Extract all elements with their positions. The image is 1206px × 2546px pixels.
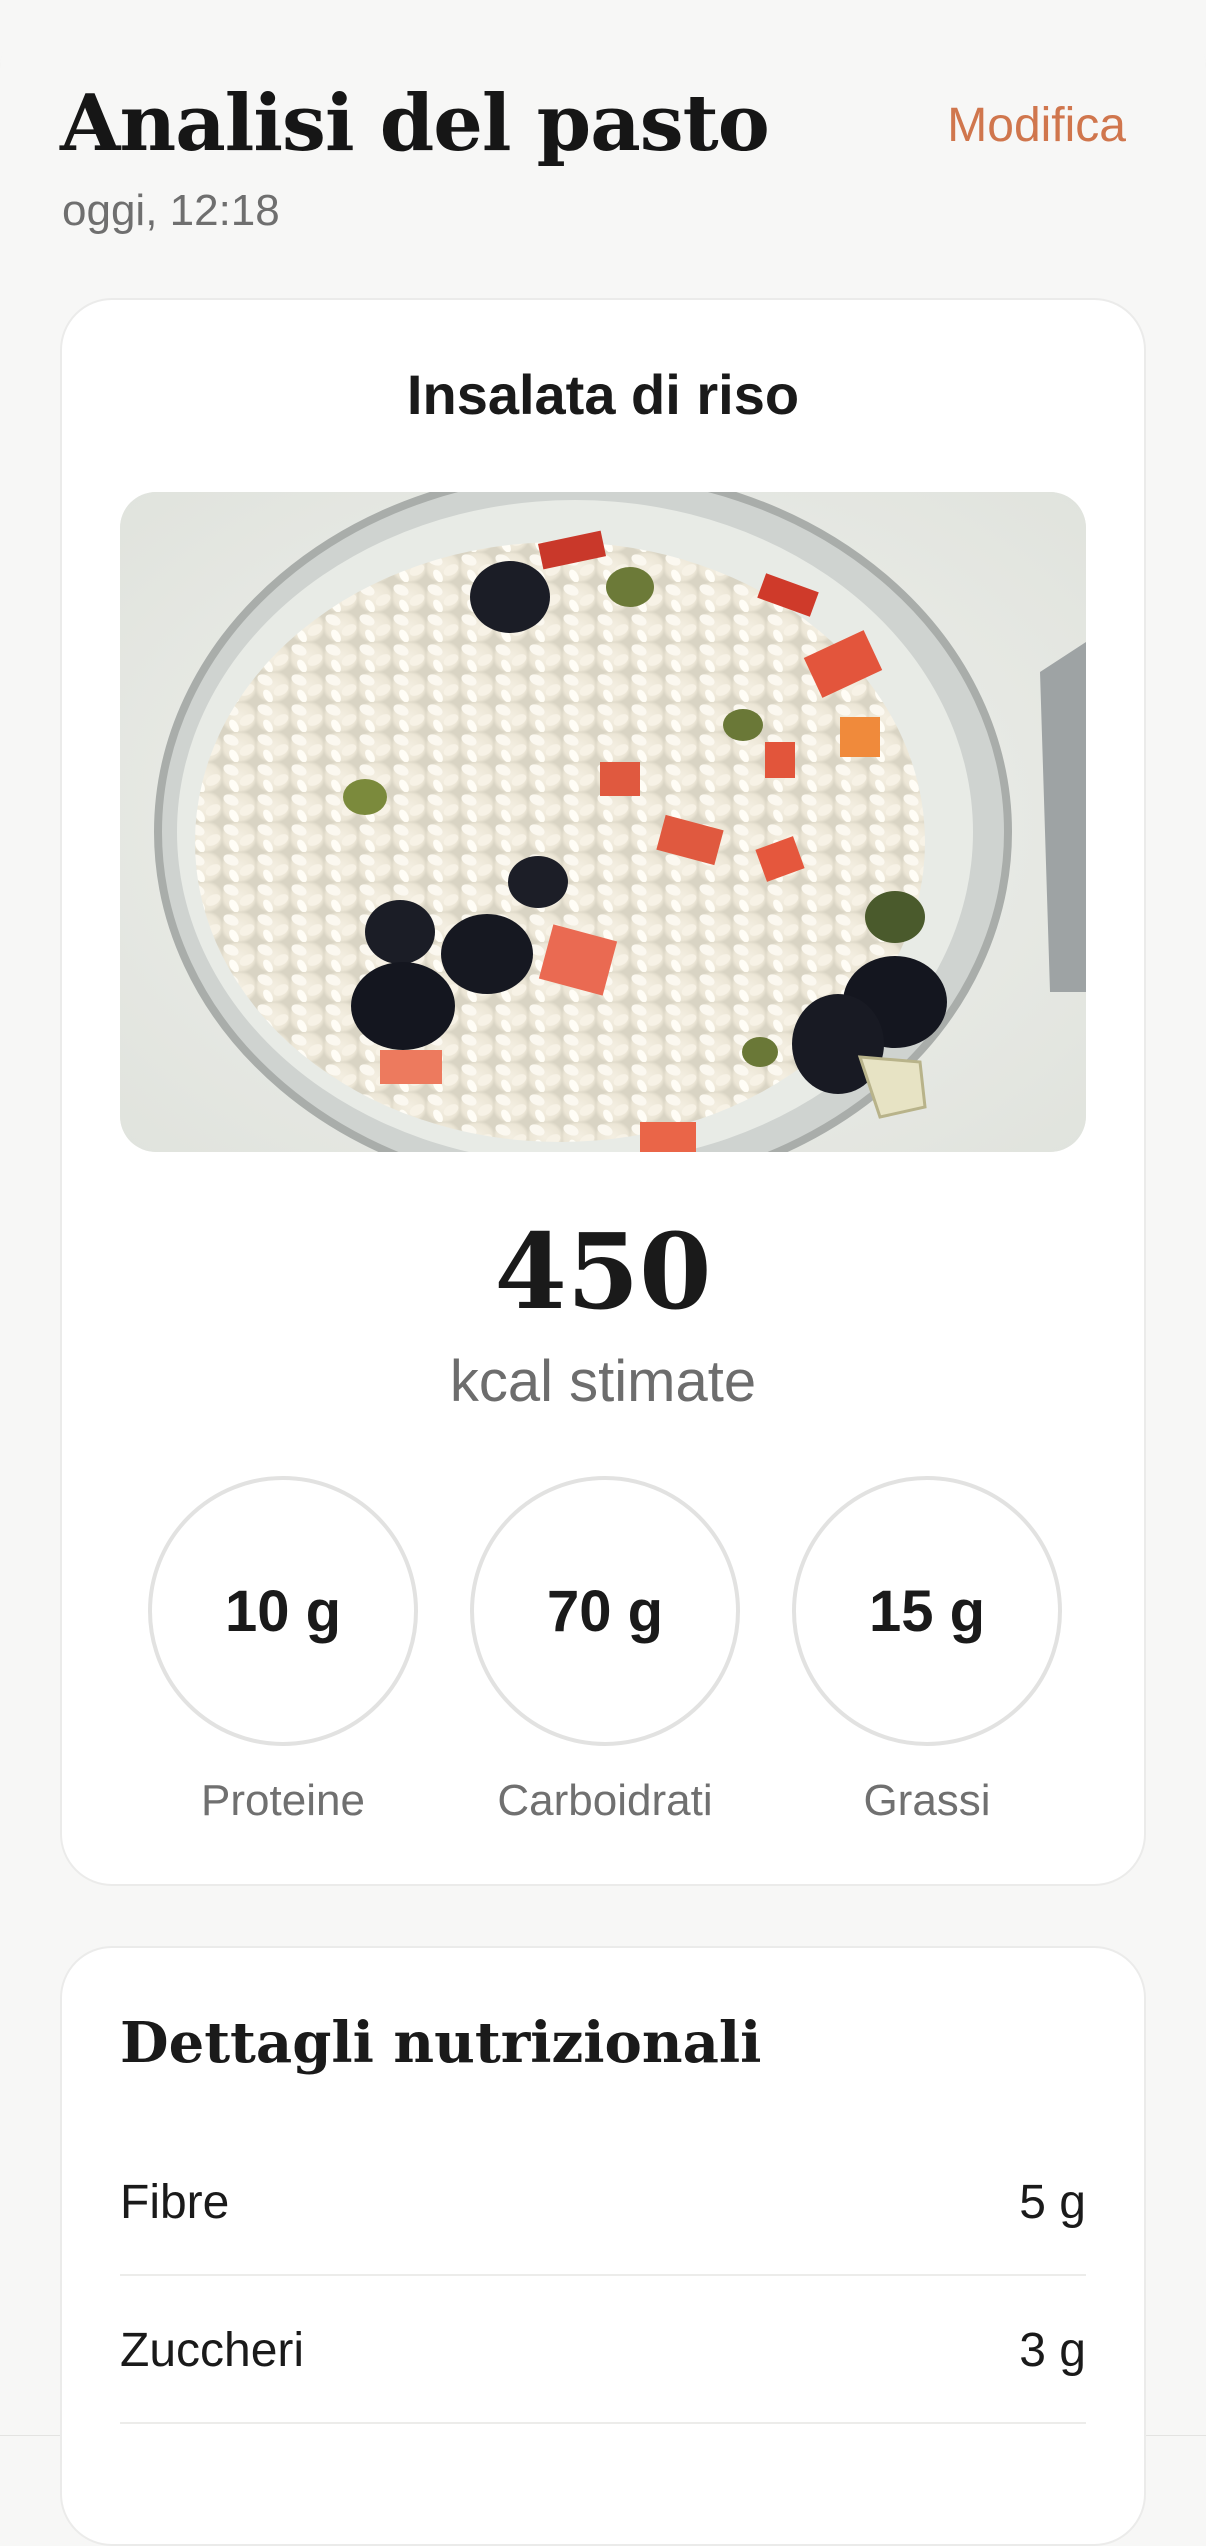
meal-analysis-sheet: Analisi del pasto oggi, 12:18 Modifica I… (0, 0, 1206, 2546)
details-title: Dettagli nutrizionali (120, 2010, 762, 2076)
nutrition-row-value: 3 g (1019, 2323, 1086, 2377)
meal-photo (120, 492, 1086, 1152)
macro-protein-value: 10 g (148, 1476, 418, 1746)
header: Analisi del pasto oggi, 12:18 Modifica (60, 78, 1146, 248)
nutrition-row-label: Fibre (120, 2175, 230, 2229)
kcal-value: 450 (494, 1210, 712, 1333)
macro-fat-value: 15 g (792, 1476, 1062, 1746)
kcal-label: kcal stimate (449, 1349, 757, 1414)
nutrition-row-value: 5 g (1019, 2175, 1086, 2229)
macro-protein-label: Proteine (201, 1776, 365, 1825)
macro-carbs-value: 70 g (470, 1476, 740, 1746)
nutrition-row: Zuccheri 3 g (120, 2276, 1086, 2424)
meal-timestamp: oggi, 12:18 (62, 186, 280, 235)
nutrition-row: Fibre 5 g (120, 2128, 1086, 2276)
nutrition-row-label: Zuccheri (120, 2323, 305, 2377)
edit-button[interactable]: Modifica (947, 98, 1126, 153)
nutrition-details-card: Dettagli nutrizionali Fibre 5 g Zuccheri… (60, 1946, 1146, 2546)
meal-name: Insalata di riso (406, 363, 800, 426)
meal-photo-image (120, 492, 1086, 1152)
row-divider (120, 2422, 1086, 2424)
meal-summary-card: Insalata di riso 450 kcal stimate 10 g P… (60, 298, 1146, 1886)
macro-carbs-label: Carboidrati (497, 1776, 713, 1825)
macro-carbs: 70 g Carboidrati (470, 1476, 740, 1826)
macro-protein: 10 g Proteine (148, 1476, 418, 1826)
page-title: Analisi del pasto (60, 78, 770, 169)
macro-fat: 15 g Grassi (792, 1476, 1062, 1826)
macro-fat-label: Grassi (863, 1776, 991, 1825)
